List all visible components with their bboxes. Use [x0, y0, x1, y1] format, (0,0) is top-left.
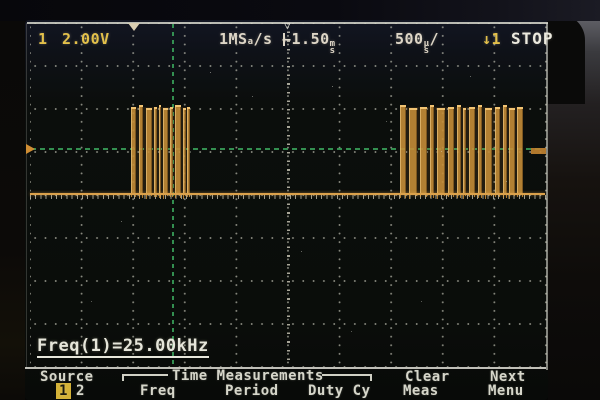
waveform-pulse	[463, 108, 466, 195]
waveform-pulse	[163, 108, 168, 195]
waveform-pulse	[183, 108, 186, 195]
group-bracket-right-stub	[370, 374, 372, 381]
group-bracket-right-line	[322, 374, 372, 376]
sample-rate-readout: 1MSa/s	[219, 30, 273, 48]
waveform-pulse	[175, 105, 181, 195]
waveform-pulse	[139, 105, 143, 195]
delay-readout: ←1.50ms	[283, 30, 336, 55]
trigger-falling-edge-icon: ↓	[482, 30, 492, 48]
trigger-source-number: 1	[492, 30, 502, 48]
sample-rate-value: 1MS	[219, 30, 248, 48]
sample-rate-units: /s	[254, 30, 273, 48]
waveform-baseline	[30, 193, 545, 195]
waveform-pulse	[400, 105, 406, 195]
photo-noise-speckle	[0, 0, 1, 1]
trigger-status-readout: ↓1	[482, 30, 501, 48]
waveform-pulse	[478, 105, 482, 195]
softkey-source-channel1[interactable]: 1	[56, 383, 71, 399]
waveform-pulse	[154, 107, 157, 195]
softkey-period[interactable]: Period	[225, 383, 279, 399]
waveform-pulse	[170, 107, 173, 195]
delay-unit-bottom: s	[330, 48, 336, 55]
waveform-pulse	[409, 108, 417, 195]
timebase-slash: /	[430, 30, 440, 48]
softkey-duty-cycle[interactable]: Duty Cy	[308, 383, 371, 399]
waveform-pulse	[159, 105, 161, 195]
waveform-pulse	[485, 108, 492, 195]
timebase-value: 500	[395, 30, 424, 48]
timebase-unit-bottom: s	[424, 48, 430, 55]
delay-arrow-icon: ←	[282, 30, 292, 48]
waveform-pulse	[437, 108, 445, 195]
volts-per-div-readout: 2.00V	[62, 30, 110, 48]
waveform-pulse	[146, 108, 152, 195]
waveform-pulse	[131, 107, 136, 195]
waveform-pulse	[509, 108, 515, 195]
oscilloscope-photo: ▽ 1 2.00V 1MSa/s ←1.50ms 500µs/ ↓1 STOP …	[0, 0, 600, 400]
frequency-measurement-readout: Freq(1)=25.00kHz	[37, 336, 209, 358]
timebase-readout: 500µs/	[395, 30, 439, 55]
run-state-indicator: STOP	[511, 29, 554, 48]
softkey-source-channel2[interactable]: 2	[76, 383, 85, 399]
group-bracket-left-line	[122, 374, 168, 376]
waveform-pulse	[503, 105, 507, 195]
waveform-pulse	[448, 107, 454, 195]
waveform-pulse	[420, 107, 427, 195]
delay-value: 1.50	[292, 30, 330, 48]
softkey-freq[interactable]: Freq	[140, 383, 176, 399]
softkey-next-menu-line2[interactable]: Menu	[488, 383, 524, 399]
waveform-pulse	[517, 107, 523, 195]
waveform-pulse	[495, 107, 500, 195]
menu-group-title: Time Measurements	[172, 368, 324, 384]
channel-number-label: 1	[38, 30, 48, 48]
waveform-pulse	[187, 107, 190, 195]
waveform-pulse	[457, 105, 461, 195]
waveform-pulse	[430, 105, 434, 195]
waveform-pulse	[469, 107, 475, 195]
softkey-clear-meas-line2[interactable]: Meas	[403, 383, 439, 399]
